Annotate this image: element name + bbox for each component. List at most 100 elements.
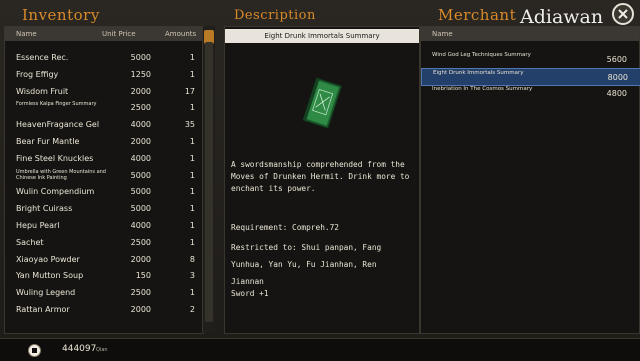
item-amount: 1: [189, 153, 195, 163]
item-amount: 8: [189, 254, 195, 264]
item-price: 2500: [130, 103, 151, 113]
item-price: 2000: [130, 137, 151, 146]
inventory-row[interactable]: Wisdom Fruit 2000 17: [5, 83, 203, 99]
coin-icon: [28, 344, 41, 357]
item-name: Rattan Armor: [16, 305, 70, 314]
watermark: Adiawan: [520, 6, 604, 28]
merchant-header: Merchant: [438, 6, 517, 24]
merchant-row[interactable]: Inebriation In The Cosmos Summary 4800: [421, 85, 639, 101]
item-price: 4000: [130, 221, 151, 230]
item-amount: 17: [184, 86, 195, 96]
item-name: Bright Cuirass: [16, 204, 73, 214]
merchant-col-name: Name: [432, 30, 453, 38]
item-name: Formless Kalpa Finger Summary: [16, 101, 97, 108]
item-amount: 1: [189, 53, 195, 62]
merchant-item-price: 5600: [606, 55, 627, 64]
merchant-item-price: 8000: [607, 73, 628, 82]
merchant-column-header: Name: [421, 27, 639, 41]
book-icon: [301, 75, 343, 137]
scroll-thumb[interactable]: [205, 42, 213, 322]
item-amount: 3: [189, 271, 195, 281]
item-price: 2500: [130, 237, 151, 247]
merchant-item-name: Eight Drunk Immortals Summary: [433, 70, 524, 76]
item-amount: 1: [189, 187, 195, 197]
merchant-row[interactable]: Wind God Leg Techniques Summary 5600: [421, 51, 639, 67]
item-price: 1250: [130, 69, 151, 79]
item-restricted: Restricted to: Shui panpan, Fang Yunhua,…: [231, 243, 382, 286]
item-name: Wuling Legend: [16, 288, 76, 298]
inventory-row[interactable]: Bear Fur Mantle 2000 1: [5, 133, 203, 149]
inventory-row[interactable]: Frog Effigy 1250 1: [5, 66, 203, 82]
item-name: Essence Rec.: [16, 53, 69, 62]
inventory-row[interactable]: Wulin Compendium 5000 1: [5, 183, 203, 199]
inventory-row[interactable]: Essence Rec. 5000 1: [5, 49, 203, 65]
item-price: 5000: [130, 187, 151, 197]
inventory-scrollbar[interactable]: [202, 26, 215, 332]
item-price: 2000: [130, 305, 151, 314]
item-name: Sachet: [16, 237, 44, 247]
item-description: A swordsmanship comprehended from the Mo…: [231, 160, 410, 193]
item-price: 5000: [130, 53, 151, 62]
merchant-panel: Name Wind God Leg Techniques Summary 5600…: [420, 26, 640, 334]
inventory-row[interactable]: Sachet 2500 1: [5, 234, 203, 250]
item-requirement: Requirement: Compreh.72: [231, 223, 339, 232]
item-name: Frog Effigy: [16, 69, 59, 79]
item-amount: 1: [189, 103, 195, 113]
col-name: Name: [16, 30, 37, 38]
col-amounts: Amounts: [165, 30, 197, 38]
col-unit-price: Unit Price: [102, 30, 136, 38]
item-amount: 2: [189, 305, 195, 314]
item-amount: 1: [189, 204, 195, 214]
item-name: Xiaoyao Powder: [16, 254, 80, 264]
inventory-row[interactable]: Umbrella with Green Mountains and Chines…: [5, 167, 203, 183]
description-header: Description: [234, 8, 316, 23]
item-title: Eight Drunk Immortals Summary: [225, 29, 419, 43]
inventory-row[interactable]: Hepu Pearl 4000 1: [5, 217, 203, 233]
item-price: 5000: [130, 170, 151, 180]
inventory-row[interactable]: Yan Mutton Soup 150 3: [5, 267, 203, 283]
item-name: Yan Mutton Soup: [16, 271, 84, 281]
inventory-row[interactable]: Bright Cuirass 5000 1: [5, 200, 203, 216]
merchant-item-price: 4800: [606, 89, 627, 98]
item-price: 150: [135, 271, 151, 281]
description-panel: Eight Drunk Immortals Summary A swordsma…: [224, 26, 420, 334]
item-amount: 1: [189, 237, 195, 247]
item-name: Wulin Compendium: [16, 187, 95, 197]
inventory-row[interactable]: HeavenFragance Gel 4000 35: [5, 116, 203, 132]
item-bonus: Sword +1: [231, 289, 269, 298]
merchant-item-name: Wind God Leg Techniques Summary: [432, 52, 531, 58]
item-name: Wisdom Fruit: [16, 86, 69, 96]
inventory-row[interactable]: Fine Steel Knuckles 4000 1: [5, 150, 203, 166]
inventory-row[interactable]: Formless Kalpa Finger Summary 2500 1: [5, 99, 203, 115]
item-amount: 1: [189, 137, 195, 146]
money-amount: 444097: [62, 344, 97, 354]
item-name: Umbrella with Green Mountains and Chines…: [16, 168, 106, 181]
item-price: 5000: [130, 204, 151, 214]
item-name: HeavenFragance Gel: [16, 120, 100, 130]
item-amount: 1: [189, 170, 195, 180]
item-name: Hepu Pearl: [16, 221, 60, 230]
merchant-item-name: Inebriation In The Cosmos Summary: [432, 86, 533, 92]
money-unit: Qian: [96, 347, 108, 353]
close-button[interactable]: [612, 3, 634, 25]
item-price: 4000: [130, 153, 151, 163]
close-icon: [618, 9, 628, 19]
inventory-column-header: Name Unit Price Amounts: [5, 27, 203, 41]
merchant-row-selected[interactable]: Eight Drunk Immortals Summary 8000: [421, 68, 640, 86]
inventory-row[interactable]: Xiaoyao Powder 2000 8: [5, 251, 203, 267]
item-amount: 1: [189, 288, 195, 298]
item-price: 4000: [130, 120, 151, 130]
item-price: 2000: [130, 254, 151, 264]
item-name: Fine Steel Knuckles: [16, 153, 94, 163]
item-amount: 1: [189, 221, 195, 230]
item-amount: 35: [184, 120, 195, 130]
item-name: Bear Fur Mantle: [16, 137, 80, 146]
item-price: 2500: [130, 288, 151, 298]
wallet-bar: 444097 Qian: [0, 338, 640, 361]
item-amount: 1: [189, 69, 195, 79]
inventory-row[interactable]: Wuling Legend 2500 1: [5, 284, 203, 300]
inventory-panel: Name Unit Price Amounts Essence Rec. 5000…: [4, 26, 204, 334]
item-price: 2000: [130, 86, 151, 96]
inventory-header: Inventory: [22, 6, 100, 24]
inventory-row[interactable]: Rattan Armor 2000 2: [5, 301, 203, 317]
